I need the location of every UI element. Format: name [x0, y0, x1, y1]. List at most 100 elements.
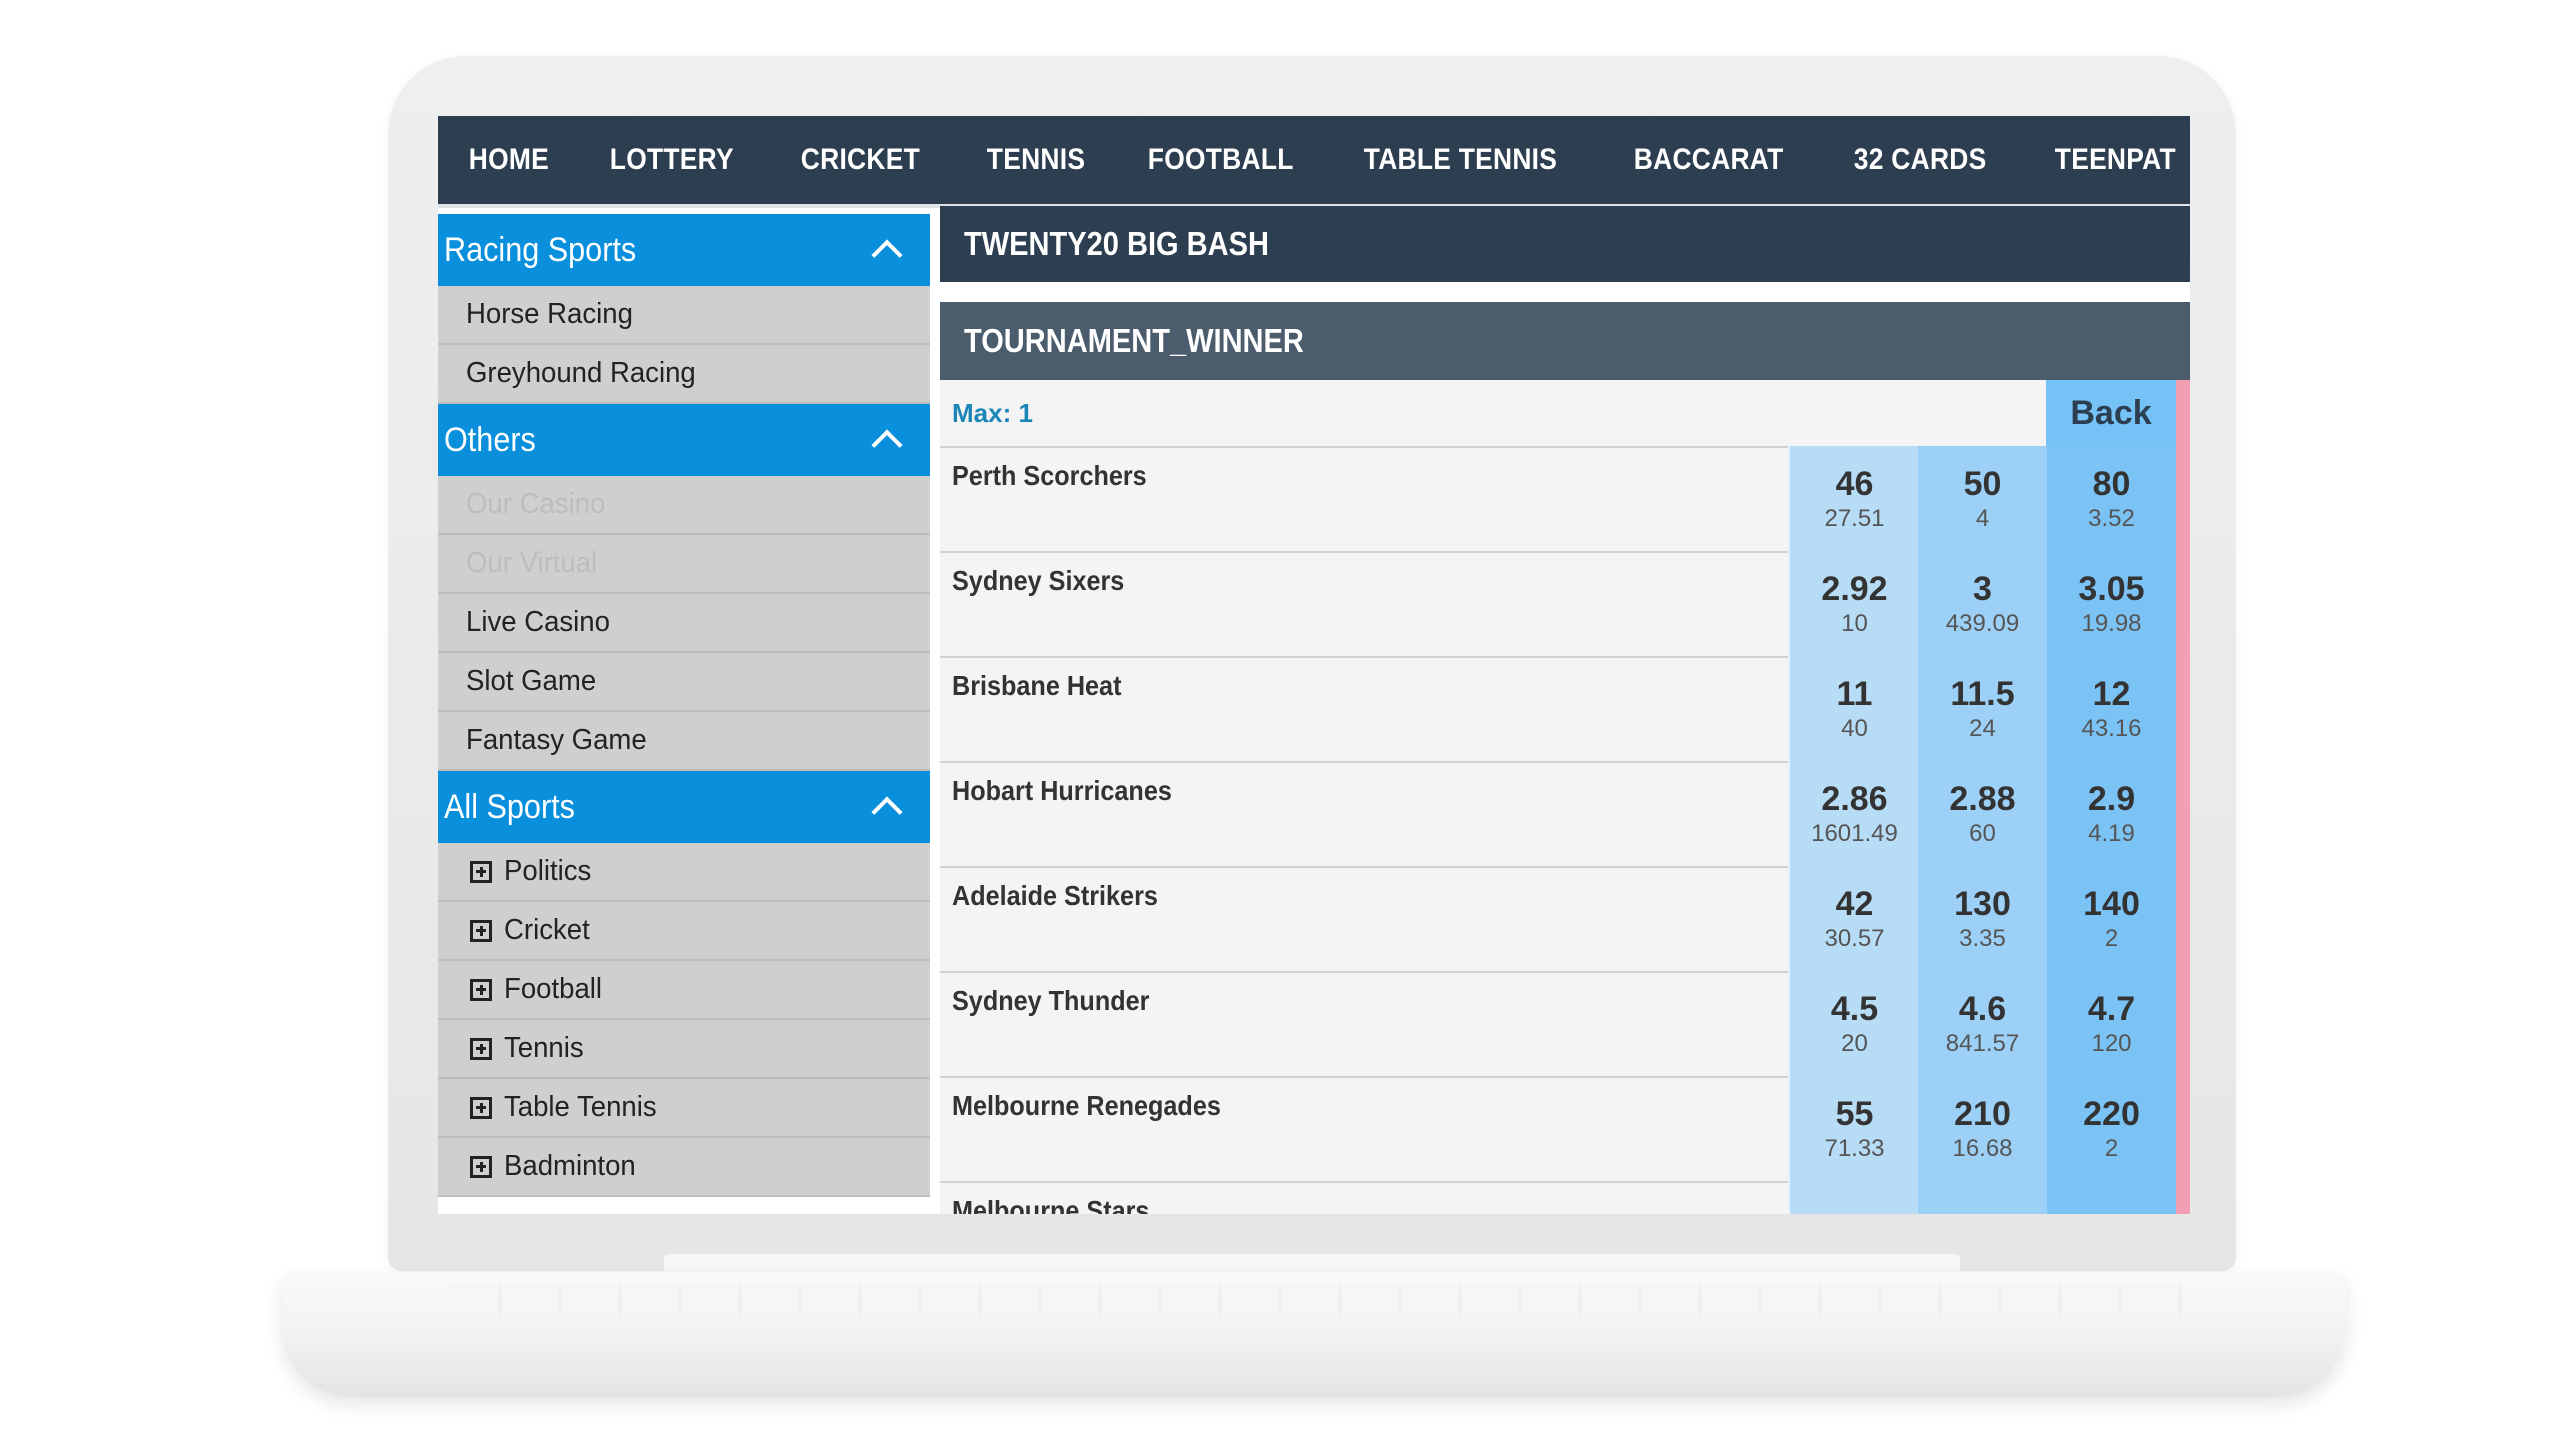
back-odds-cell[interactable]: 42 30.57 [1788, 866, 1919, 971]
main-content: TWENTY20 BIG BASH TOURNAMENT_WINNER Max:… [940, 206, 2190, 1214]
event-title: TWENTY20 BIG BASH [940, 206, 2190, 282]
odds-price: 46 [1835, 464, 1874, 503]
back-odds-cell[interactable]: 2.92 10 [1788, 551, 1919, 656]
odds-size: 19.98 [2081, 609, 2142, 637]
plus-box-icon [470, 978, 492, 1001]
runner-name: Melbourne Stars [952, 1195, 1150, 1214]
sidebar-item-table-tennis[interactable]: Table Tennis [438, 1079, 930, 1138]
odds-price: 15.5 [1821, 1214, 1887, 1215]
back-odds-cell[interactable]: 18 [2047, 1181, 2176, 1214]
odds-size: 2 [2104, 924, 2119, 952]
back-odds-cell[interactable]: 11 40 [1788, 656, 1919, 761]
back-odds-cell[interactable]: 4.7 120 [2047, 971, 2176, 1076]
nav-item-teenpat[interactable]: TEENPAT [2024, 143, 2190, 177]
sidebar-item-label: Live Casino [466, 606, 610, 638]
odds-price: 210 [1954, 1094, 2011, 1133]
odds-price: 130 [1954, 884, 2011, 923]
odds-price: 4.7 [2087, 989, 2136, 1028]
nav-item-baccarat[interactable]: BACCARAT [1603, 143, 1814, 177]
back-odds-cell[interactable]: 3 439.09 [1918, 551, 2047, 656]
nav-item-lottery[interactable]: LOTTERY [579, 143, 765, 177]
runner-row: Sydney Thunder 4.5 20 4.6 841.57 4.7 120 [940, 971, 2176, 1076]
sidebar-item-label: Slot Game [466, 665, 597, 697]
nav-item-home[interactable]: HOME [438, 143, 580, 177]
odds-size: 60 [1969, 819, 1996, 847]
odds-size: 3.35 [1959, 924, 2006, 952]
odds-size: 27.51 [1824, 504, 1885, 532]
sidebar-header-label: Others [444, 420, 536, 459]
sidebar-item-football[interactable]: Football [438, 961, 930, 1020]
odds-price: 16 [1964, 1214, 2002, 1215]
sidebar-item-slot-game[interactable]: Slot Game [438, 653, 930, 712]
sidebar-item-politics[interactable]: Politics [438, 843, 930, 902]
runner-row: Hobart Hurricanes 2.86 1601.49 2.88 60 2.9 4.1… [940, 761, 2176, 866]
runner-row: Melbourne Renegades 55 71.33 210 16.68 220 2 [940, 1076, 2176, 1181]
sidebar-item-our-virtual[interactable]: Our Virtual [438, 535, 930, 594]
runner-row: Adelaide Strikers 42 30.57 130 3.35 140 2 [940, 866, 2176, 971]
odds-price: 4.6 [1958, 989, 2007, 1028]
sidebar-item-label: Greyhound Racing [466, 357, 696, 389]
back-odds-cell[interactable]: 140 2 [2047, 866, 2176, 971]
back-odds-cell[interactable]: 2.88 60 [1918, 761, 2047, 866]
back-odds-cell[interactable]: 15.5 [1788, 1181, 1919, 1214]
sidebar-item-label: Tennis [504, 1032, 584, 1064]
max-label: Max: 1 [952, 398, 1033, 428]
back-odds-cell[interactable]: 12 43.16 [2047, 656, 2176, 761]
back-odds-cell[interactable]: 2.9 4.19 [2047, 761, 2176, 866]
back-odds-cell[interactable]: 4.5 20 [1788, 971, 1919, 1076]
sidebar-item-greyhound-racing[interactable]: Greyhound Racing [438, 345, 930, 404]
sidebar-item-cricket[interactable]: Cricket [438, 902, 930, 961]
chevron-up-icon [871, 429, 903, 461]
odds-price: 3.05 [2078, 569, 2145, 608]
runner-name: Adelaide Strikers [952, 880, 1158, 911]
runner-row: Sydney Sixers 2.92 10 3 439.09 3.05 19.98 [940, 551, 2176, 656]
sidebar-header-others[interactable]: Others [438, 404, 930, 476]
sidebar-header-racing-sports[interactable]: Racing Sports [438, 214, 930, 286]
chevron-up-icon [871, 796, 903, 828]
nav-item-tennis[interactable]: TENNIS [956, 143, 1116, 177]
odds-price: 2.88 [1949, 779, 2016, 818]
nav-item-table-tennis[interactable]: TABLE TENNIS [1333, 143, 1588, 177]
lay-column-strip [2176, 380, 2190, 1214]
sidebar-item-label: Our Casino [466, 488, 606, 520]
odds-price: 2.9 [2087, 779, 2136, 818]
odds-price: 18 [2093, 1214, 2131, 1215]
back-odds-cell[interactable]: 80 3.52 [2047, 446, 2176, 551]
back-odds-cell[interactable]: 11.5 24 [1918, 656, 2047, 761]
back-odds-cell[interactable]: 2.86 1601.49 [1788, 761, 1919, 866]
sidebar-item-label: Table Tennis [504, 1091, 657, 1123]
runner-name: Melbourne Renegades [952, 1090, 1221, 1121]
nav-item-football[interactable]: FOOTBALL [1117, 143, 1324, 177]
back-odds-cell[interactable]: 46 27.51 [1788, 446, 1919, 551]
odds-size: 3.52 [2088, 504, 2135, 532]
sidebar-item-horse-racing[interactable]: Horse Racing [438, 286, 930, 345]
back-odds-cell[interactable]: 55 71.33 [1788, 1076, 1919, 1181]
sidebar-item-label: Politics [504, 855, 592, 887]
sidebar-item-label: Our Virtual [466, 547, 598, 579]
back-odds-cell[interactable]: 16 [1918, 1181, 2047, 1214]
sidebar-item-tennis[interactable]: Tennis [438, 1020, 930, 1079]
odds-size: 1601.49 [1811, 819, 1898, 847]
back-odds-cell[interactable]: 220 2 [2047, 1076, 2176, 1181]
sidebar-item-fantasy-game[interactable]: Fantasy Game [438, 712, 930, 771]
back-odds-cell[interactable]: 130 3.35 [1918, 866, 2047, 971]
nav-item-32-cards[interactable]: 32 CARDS [1823, 143, 2017, 177]
odds-size: 4 [1975, 504, 1990, 532]
sidebar-item-badminton[interactable]: Badminton [438, 1138, 930, 1197]
runner-name: Perth Scorchers [952, 460, 1147, 491]
runner-name: Brisbane Heat [952, 670, 1122, 701]
odds-size: 120 [2091, 1029, 2132, 1057]
odds-size: 16.68 [1952, 1134, 2013, 1162]
odds-size: 71.33 [1824, 1134, 1885, 1162]
back-odds-cell[interactable]: 50 4 [1918, 446, 2047, 551]
odds-size: 24 [1969, 714, 1996, 742]
odds-price: 11.5 [1950, 674, 2015, 713]
sidebar-header-all-sports[interactable]: All Sports [438, 771, 930, 843]
back-odds-cell[interactable]: 210 16.68 [1918, 1076, 2047, 1181]
back-odds-cell[interactable]: 4.6 841.57 [1918, 971, 2047, 1076]
odds-size: 439.09 [1945, 609, 2020, 637]
nav-item-cricket[interactable]: CRICKET [770, 143, 951, 177]
sidebar-item-our-casino[interactable]: Our Casino [438, 476, 930, 535]
back-odds-cell[interactable]: 3.05 19.98 [2047, 551, 2176, 656]
sidebar-item-live-casino[interactable]: Live Casino [438, 594, 930, 653]
